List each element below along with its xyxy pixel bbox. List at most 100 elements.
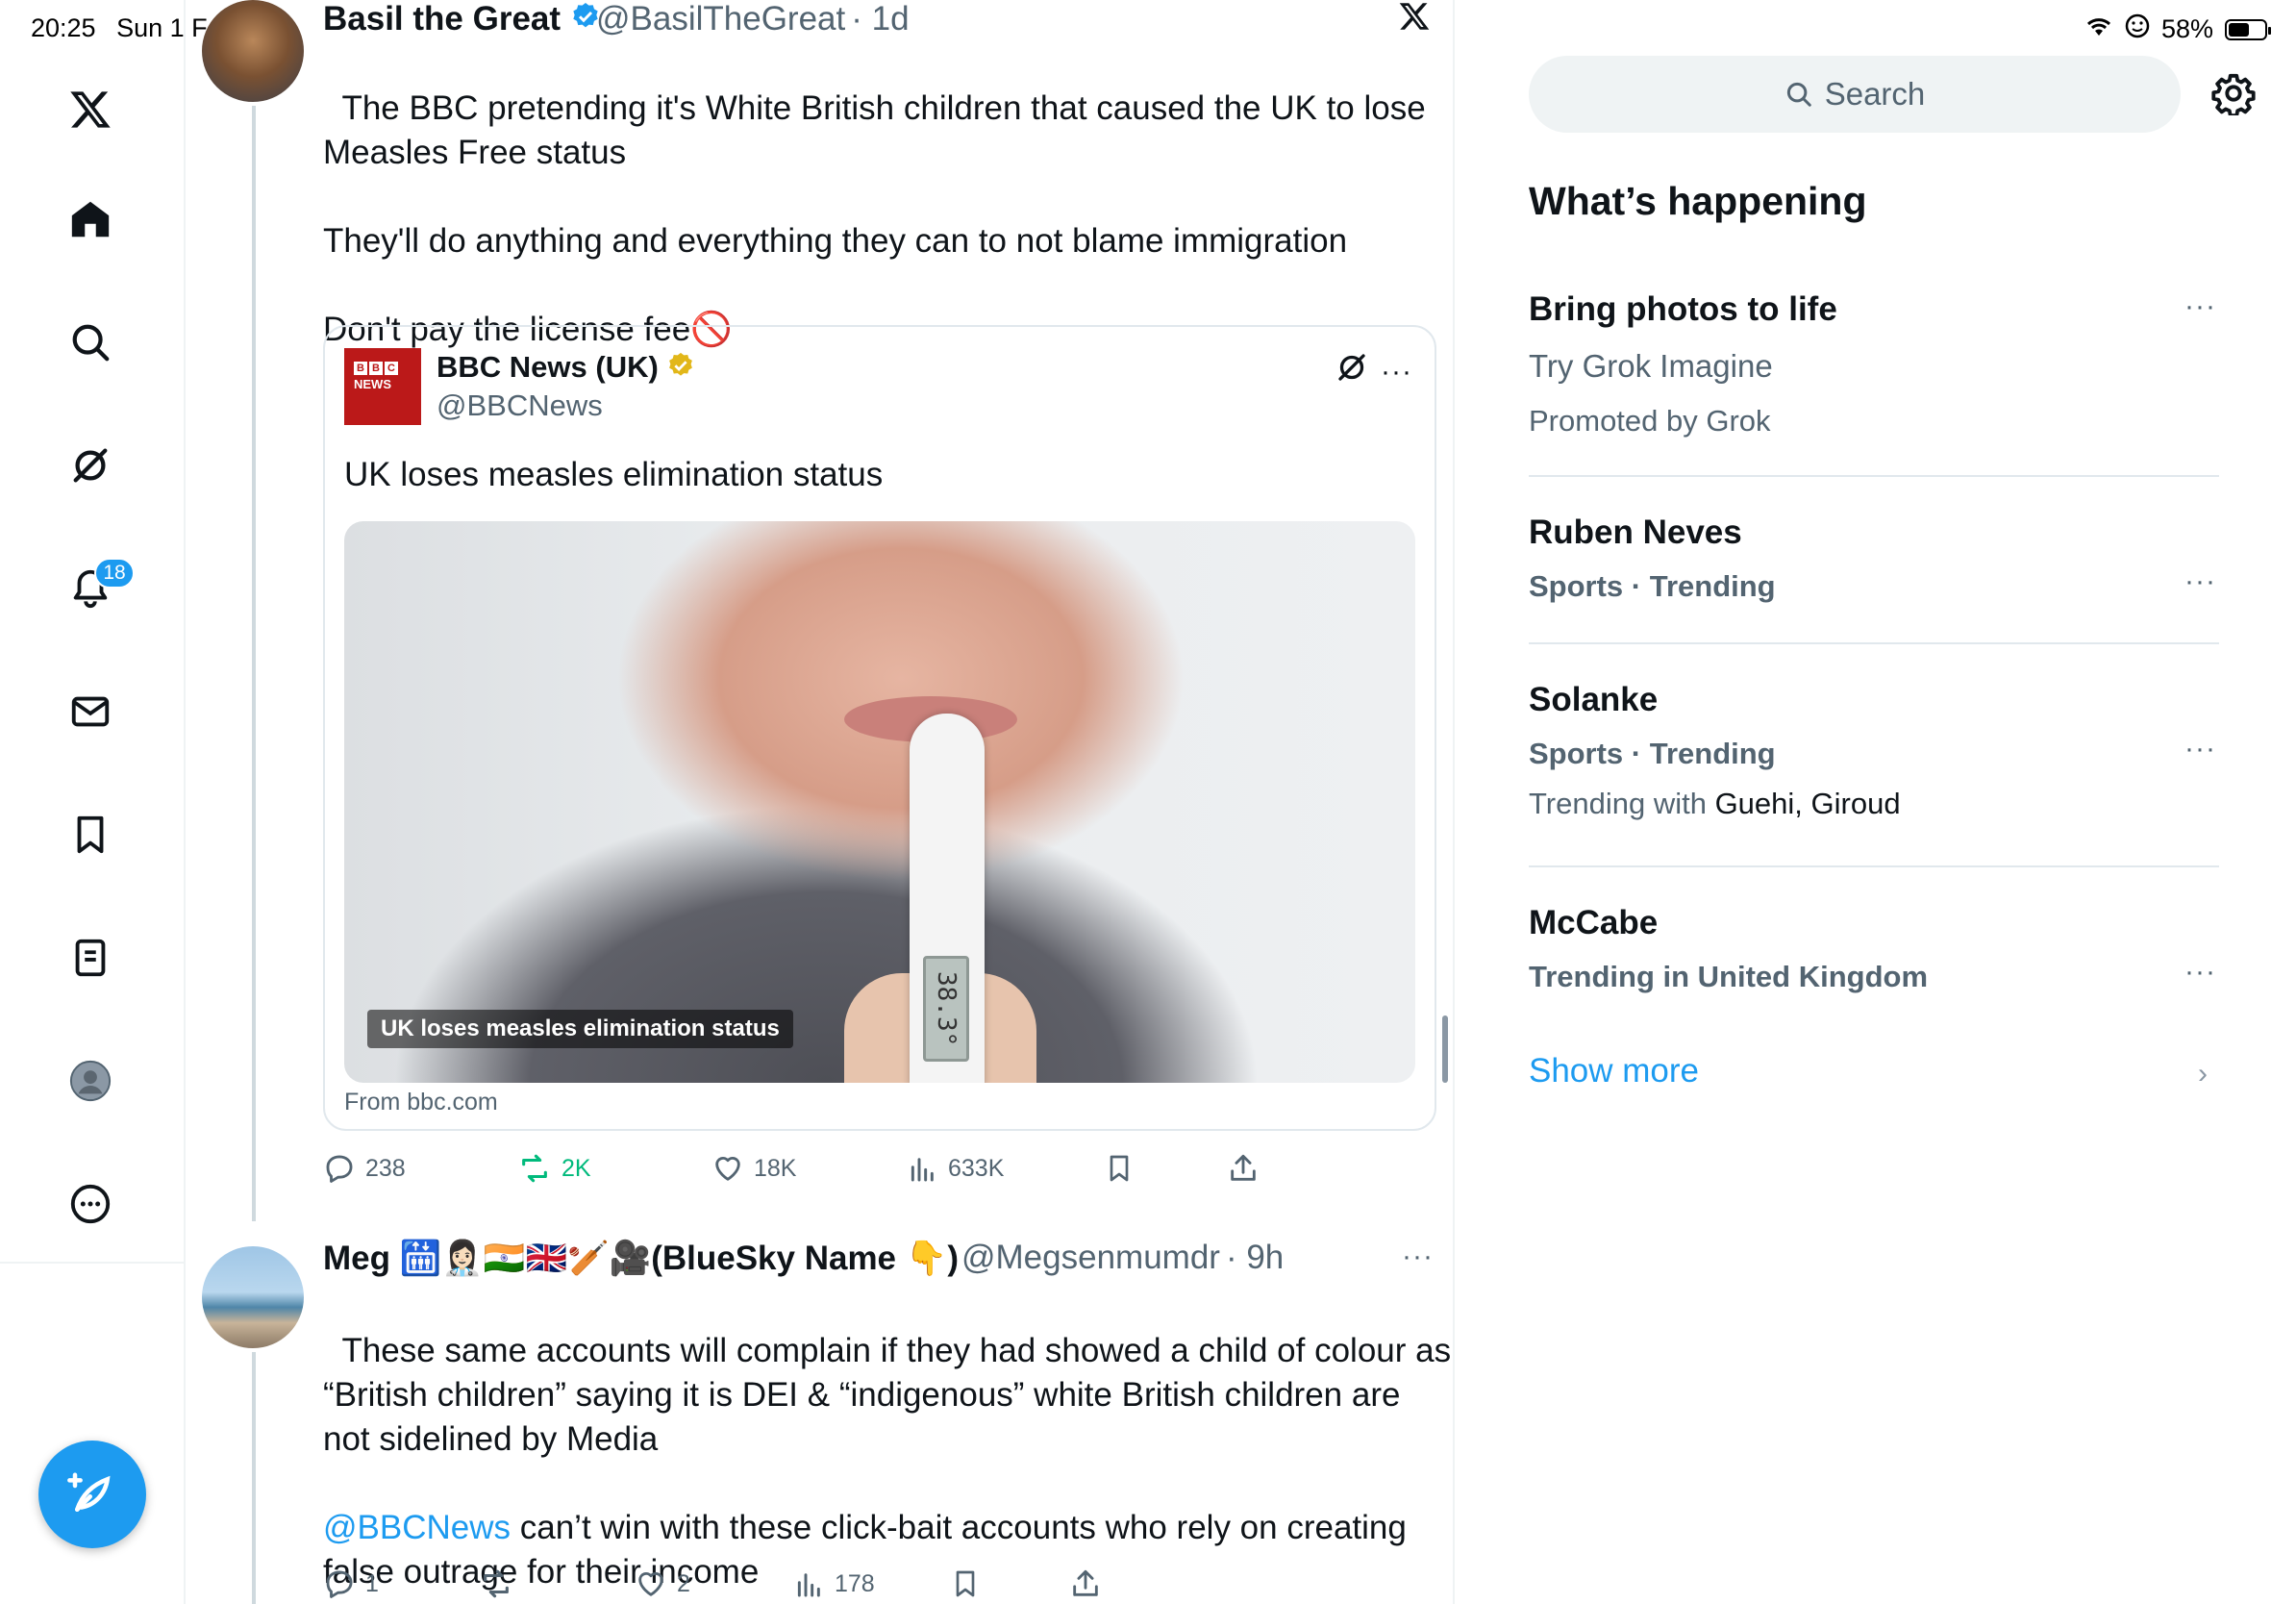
heart-icon	[638, 1572, 663, 1596]
share-icon	[1231, 1154, 1256, 1181]
thermometer-reading: 38.3°	[923, 956, 969, 1062]
bbc-blocks: BBC	[354, 362, 412, 375]
share-icon	[1073, 1569, 1098, 1596]
trend-more-button-0[interactable]: ···	[2184, 290, 2216, 323]
compose-post-button[interactable]	[38, 1441, 146, 1548]
reply-count: 238	[365, 1154, 406, 1182]
tweet1-handle[interactable]: @BasilTheGreat	[596, 0, 845, 38]
trend-subtitle-grok: Try Grok Imagine	[1529, 348, 1773, 384]
scrollbar[interactable]	[1442, 1015, 1448, 1083]
like-button[interactable]: 18K	[711, 1152, 796, 1185]
trend-title-ruben-neves[interactable]: Ruben Neves	[1529, 514, 1742, 552]
meg-avatar[interactable]	[202, 1246, 304, 1348]
trend-note-names[interactable]: Guehi, Giroud	[1715, 787, 1901, 820]
tweet1-time[interactable]: · 1d	[851, 0, 909, 38]
quote-handle[interactable]: @BBCNews	[437, 388, 603, 423]
trend-more-button-1[interactable]: ···	[2184, 565, 2216, 598]
profile-avatar-icon[interactable]	[63, 1054, 117, 1108]
x-logo-icon[interactable]	[63, 83, 117, 137]
tweet2-text-part1: These same accounts will complain if the…	[323, 1332, 1452, 1458]
like-count: 18K	[754, 1154, 797, 1182]
trend-note-solanke: Trending with Guehi, Giroud	[1529, 787, 1901, 821]
battery-percent: 58%	[2160, 14, 2213, 43]
grok-explain-icon[interactable]	[1335, 350, 1369, 389]
views-chart-icon	[797, 1573, 820, 1597]
repost-count: 2K	[562, 1154, 591, 1182]
trend-more-button-3[interactable]: ···	[2184, 956, 2216, 989]
chevron-right-icon[interactable]: ›	[2198, 1058, 2208, 1090]
trend-title-solanke[interactable]: Solanke	[1529, 681, 1658, 719]
bbc-logo-text: NEWS	[354, 377, 391, 391]
tweet2-views-count: 178	[835, 1569, 875, 1597]
quote-author-name[interactable]: BBC News (UK)	[437, 350, 659, 384]
quote-card[interactable]: BBC NEWS BBC News (UK) @BBCNews ··· UK l…	[323, 325, 1436, 1131]
reply-icon	[326, 1570, 353, 1598]
more-options-icon[interactable]	[63, 1177, 117, 1231]
status-right: 58%	[2084, 13, 2271, 45]
whats-happening-title: What’s happening	[1529, 179, 1867, 223]
battery-fill	[2229, 22, 2249, 37]
source-link[interactable]: From bbc.com	[344, 1089, 498, 1116]
trend-meta-ruben-neves: Sports · Trending	[1529, 569, 1776, 603]
tweet1-text: The BBC pretending it's White British ch…	[323, 89, 1426, 348]
tweet2-share-button[interactable]	[1069, 1567, 1102, 1600]
tweet2-repost-button[interactable]	[479, 1567, 523, 1600]
tweet2-handle[interactable]: @Megsenmumdr	[961, 1239, 1220, 1276]
basil-avatar[interactable]	[202, 0, 304, 102]
trend-title-grok[interactable]: Bring photos to life	[1529, 290, 1837, 329]
x-logo-top-icon[interactable]	[1398, 0, 1431, 38]
tweet2-like-button[interactable]: 2	[635, 1567, 690, 1600]
left-nav: 18	[0, 0, 186, 1604]
quote-author-row: BBC News (UK)	[437, 350, 695, 388]
tweet2-views-button[interactable]: 178	[794, 1567, 875, 1600]
tweet1-author-name[interactable]: Basil the Great	[323, 0, 561, 38]
quote-more-button[interactable]: ···	[1381, 356, 1412, 388]
tweet2-author-name[interactable]: Meg 🛗👩🏻‍⚕️🇮🇳🇬🇧🏏🎥(BlueSky Name 👇)	[323, 1239, 959, 1278]
grok-icon[interactable]	[63, 439, 117, 492]
tweet2-body: These same accounts will complain if the…	[323, 1285, 1451, 1594]
trend-meta-solanke: Sports · Trending	[1529, 737, 1776, 770]
battery-icon	[2225, 18, 2271, 40]
article-image[interactable]: 38.3° UK loses measles elimination statu…	[344, 521, 1415, 1083]
thread-line-2	[252, 1352, 256, 1604]
image-caption: UK loses measles elimination status	[367, 1010, 793, 1048]
reply-button[interactable]: 238	[323, 1152, 406, 1185]
tweet2-reply-button[interactable]: 1	[323, 1567, 379, 1600]
wifi-icon	[2084, 14, 2113, 44]
search-icon	[1786, 82, 1811, 107]
bookmark-button[interactable]	[1104, 1152, 1135, 1185]
share-button[interactable]	[1227, 1152, 1260, 1185]
bookmarks-icon[interactable]	[63, 808, 117, 862]
trend-title-mccabe[interactable]: McCabe	[1529, 904, 1658, 942]
tweet2-handle-row: @Megsenmumdr · 9h	[961, 1239, 1284, 1277]
mention-link[interactable]: @BBCNews	[323, 1509, 511, 1546]
tweet2-bookmark-button[interactable]	[950, 1567, 981, 1600]
bbc-news-logo[interactable]: BBC NEWS	[344, 348, 421, 425]
thread-line	[252, 106, 256, 1221]
heart-icon	[715, 1157, 740, 1181]
search-input[interactable]: Search	[1529, 56, 2181, 133]
tweet2-time[interactable]: · 9h	[1226, 1239, 1284, 1276]
lists-icon[interactable]	[63, 931, 117, 985]
trend-more-button-2[interactable]: ···	[2184, 733, 2216, 765]
trend-meta-mccabe: Trending in United Kingdom	[1529, 960, 1929, 993]
messages-icon[interactable]	[63, 685, 117, 739]
views-count: 633K	[948, 1154, 1005, 1182]
thermometer: 38.3°	[910, 714, 985, 1083]
reply-icon	[326, 1155, 353, 1183]
repost-button[interactable]: 2K	[517, 1152, 591, 1185]
compose-feather-icon	[67, 1472, 111, 1512]
bookmark-icon	[956, 1570, 975, 1597]
tweet1-handle-row: @BasilTheGreat · 1d	[596, 0, 910, 38]
show-more-link[interactable]: Show more	[1529, 1052, 1699, 1090]
settings-gear-icon[interactable]	[2211, 71, 2256, 120]
repost-icon	[484, 1569, 509, 1598]
search-placeholder: Search	[1824, 76, 1926, 112]
repost-icon	[522, 1154, 547, 1183]
tweet2-more-button[interactable]: ···	[1402, 1241, 1434, 1273]
home-icon[interactable]	[63, 192, 117, 246]
search-icon[interactable]	[63, 315, 117, 369]
views-button[interactable]: 633K	[908, 1152, 1004, 1185]
bookmark-icon	[1110, 1155, 1129, 1182]
tweet1-author-row: Basil the Great	[323, 0, 601, 40]
